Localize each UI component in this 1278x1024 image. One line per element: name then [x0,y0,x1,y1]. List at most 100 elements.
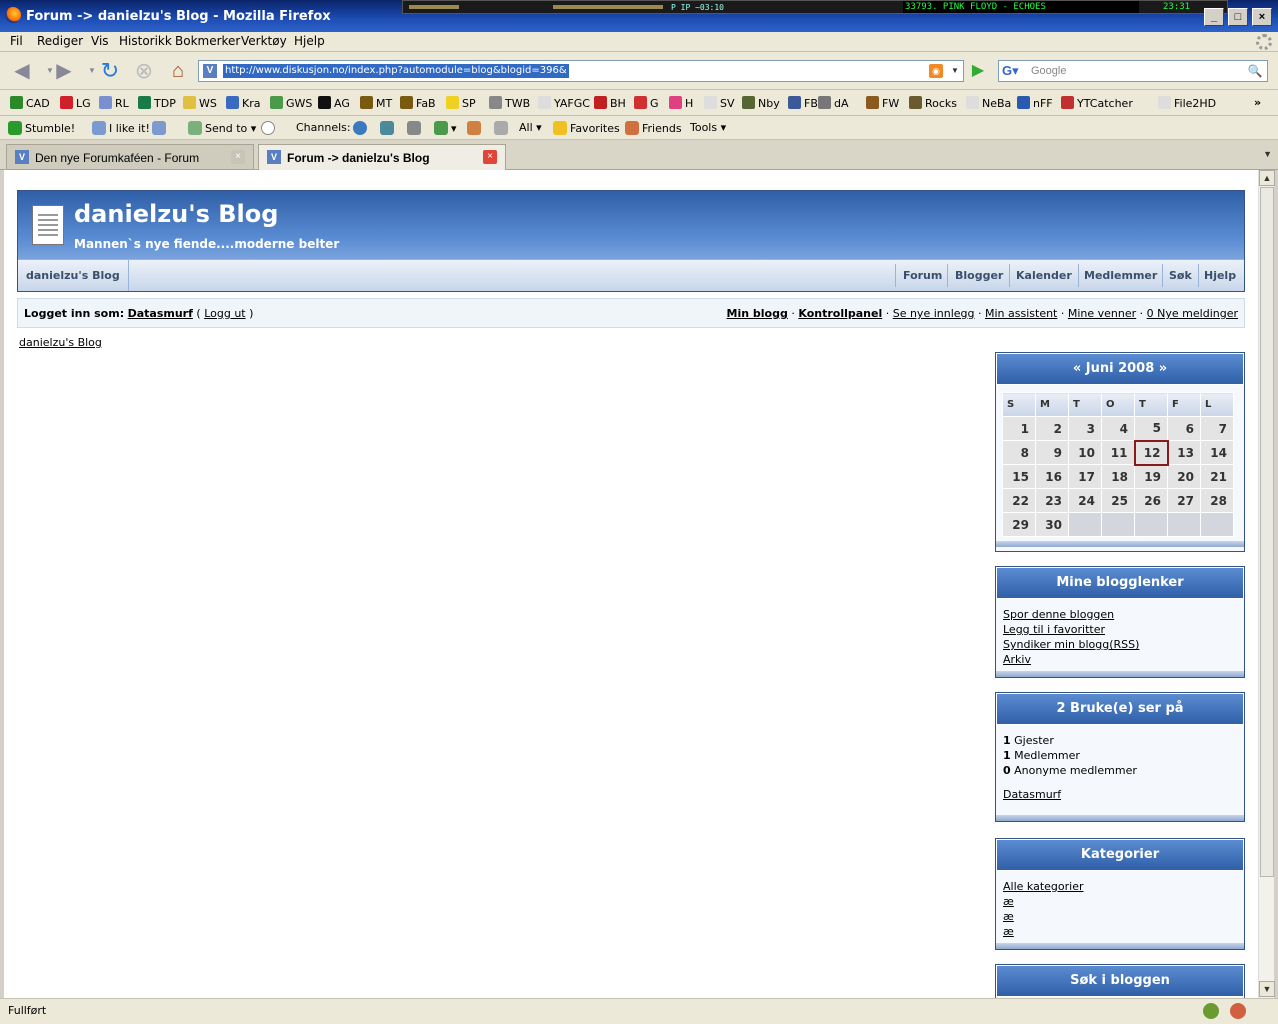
dislike-button[interactable] [152,121,169,135]
bookmark-item[interactable]: RL [99,96,129,110]
calendar-day-cell[interactable]: 25 [1101,488,1135,513]
calendar-day-cell[interactable]: 6 [1167,416,1201,441]
calendar-title[interactable]: « Juni 2008 » [996,353,1244,385]
url-history-dropdown-icon[interactable]: ▼ [949,64,961,78]
blog-home-link[interactable]: danielzu's Blog [18,260,129,291]
channel-tag-button[interactable] [494,121,511,135]
address-bar[interactable]: V http://www.diskusjon.no/index.php?auto… [198,60,964,82]
winamp-seek-slider[interactable] [553,5,663,9]
tab-list-dropdown-icon[interactable]: ▼ [1263,149,1272,159]
add-favorites-link[interactable]: Legg til i favoritter [1003,622,1237,637]
username-link[interactable]: Datasmurf [128,307,193,320]
rss-feed-icon[interactable]: ◉ [929,64,943,78]
new-messages-link[interactable]: 0 Nye meldinger [1147,307,1238,320]
scrollbar-thumb[interactable] [1260,187,1274,877]
nav-forum[interactable]: Forum [903,260,942,291]
favorites-button[interactable]: Favorites [553,121,620,135]
google-engine-icon[interactable]: G▾ [1002,63,1026,79]
track-blog-link[interactable]: Spor denne bloggen [1003,607,1237,622]
bookmark-item[interactable]: AG [318,96,350,110]
close-window-button[interactable]: × [1252,8,1272,26]
calendar-day-cell[interactable]: 4 [1101,416,1135,441]
category-all-link[interactable]: Alle kategorier [1003,879,1237,894]
tools-dropdown[interactable]: Tools ▾ [690,121,726,134]
nav-blogger[interactable]: Blogger [955,260,1003,291]
calendar-day-cell[interactable]: 11 [1101,440,1135,465]
minimize-button[interactable]: _ [1204,8,1224,26]
bookmark-item[interactable]: G [634,96,659,110]
calendar-day-cell[interactable]: 28 [1200,488,1234,513]
calendar-day-cell[interactable]: 29 [1002,512,1036,537]
channel-web-button[interactable] [353,121,370,135]
bookmark-item[interactable]: SV [704,96,735,110]
bookmark-item[interactable]: TWB [489,96,530,110]
calendar-day-cell[interactable]: 17 [1068,464,1102,489]
calendar-day-cell[interactable]: 1 [1002,416,1036,441]
viewer-user-link[interactable]: Datasmurf [1003,787,1237,802]
calendar-day-cell[interactable]: 8 [1002,440,1036,465]
bookmark-item[interactable]: WS [183,96,217,110]
bookmark-item[interactable]: FB [788,96,818,110]
logout-link[interactable]: Logg ut [204,307,245,320]
nav-kalender[interactable]: Kalender [1016,260,1072,291]
friends-button[interactable]: Friends [625,121,682,135]
calendar-day-cell[interactable]: 14 [1200,440,1234,465]
calendar-day-cell[interactable]: 3 [1068,416,1102,441]
calendar-day-cell[interactable]: 30 [1035,512,1069,537]
calendar-day-cell[interactable]: 2 [1035,416,1069,441]
calendar-day-cell[interactable]: 13 [1167,440,1201,465]
calendar-day-cell[interactable]: 9 [1035,440,1069,465]
menu-tools[interactable]: Verktøy [241,34,287,48]
calendar-day-cell[interactable]: 21 [1200,464,1234,489]
bookmark-item[interactable]: TDP [138,96,176,110]
calendar-day-cell[interactable]: 27 [1167,488,1201,513]
menu-history[interactable]: Historikk [119,34,172,48]
url-text[interactable]: http://www.diskusjon.no/index.php?automo… [223,64,569,78]
close-tab-icon[interactable]: × [231,150,245,164]
bookmark-item[interactable]: Rocks [909,96,957,110]
bookmark-item[interactable]: Kra [226,96,260,110]
like-button[interactable]: I like it! [92,121,150,135]
my-friends-link[interactable]: Mine venner [1068,307,1136,320]
archive-link[interactable]: Arkiv [1003,652,1237,667]
bookmark-item[interactable]: MT [360,96,392,110]
stumble-button[interactable]: Stumble! [8,121,75,135]
bookmark-item[interactable]: SP [446,96,476,110]
bookmark-item[interactable]: NeBa [966,96,1011,110]
calendar-day-cell[interactable]: 26 [1134,488,1168,513]
bookmark-item[interactable]: CAD [10,96,50,110]
calendar-day-cell[interactable]: 23 [1035,488,1069,513]
my-blog-link[interactable]: Min blogg [727,307,788,320]
close-tab-icon[interactable]: × [483,150,497,164]
category-link[interactable]: æ [1003,909,1237,924]
calendar-day-cell[interactable]: 18 [1101,464,1135,489]
nav-hjelp[interactable]: Hjelp [1204,260,1236,291]
calendar-day-cell[interactable]: 7 [1200,416,1234,441]
calendar-day-cell[interactable]: 24 [1068,488,1102,513]
reload-icon[interactable]: ↻ [98,60,122,82]
scroll-up-icon[interactable]: ▲ [1259,170,1275,186]
addon-status-icon[interactable] [1203,1003,1219,1019]
send-to-button[interactable]: Send to ▾ [188,121,256,135]
search-magnifier-icon[interactable]: 🔍 [1246,63,1264,79]
bookmark-item[interactable]: YTCatcher [1061,96,1133,110]
breadcrumb[interactable]: danielzu's Blog [19,336,102,349]
all-channels-dropdown[interactable]: All ▾ [519,121,542,134]
channel-photo-button[interactable] [380,121,397,135]
menu-help[interactable]: Hjelp [294,34,325,48]
tab-forumkafeen[interactable]: V Den nye Forumkaféen - Forum × [6,144,254,169]
search-input[interactable]: Google [1031,65,1066,77]
calendar-day-cell[interactable]: 19 [1134,464,1168,489]
forward-arrow-icon[interactable]: ▶ [52,60,76,82]
menu-edit[interactable]: Rediger [37,34,83,48]
bookmark-item[interactable]: GWS [270,96,312,110]
bookmark-item[interactable]: YAFGC [538,96,590,110]
bookmark-item[interactable]: nFF [1017,96,1053,110]
menu-bookmarks[interactable]: Bokmerker [175,34,240,48]
new-posts-link[interactable]: Se nye innlegg [893,307,975,320]
tab-danielzu-blog[interactable]: V Forum -> danielzu's Blog × [258,144,506,170]
bookmark-item[interactable]: Nby [742,96,780,110]
calendar-day-cell[interactable]: 16 [1035,464,1069,489]
maximize-button[interactable]: □ [1228,8,1248,26]
control-panel-link[interactable]: Kontrollpanel [798,307,882,320]
